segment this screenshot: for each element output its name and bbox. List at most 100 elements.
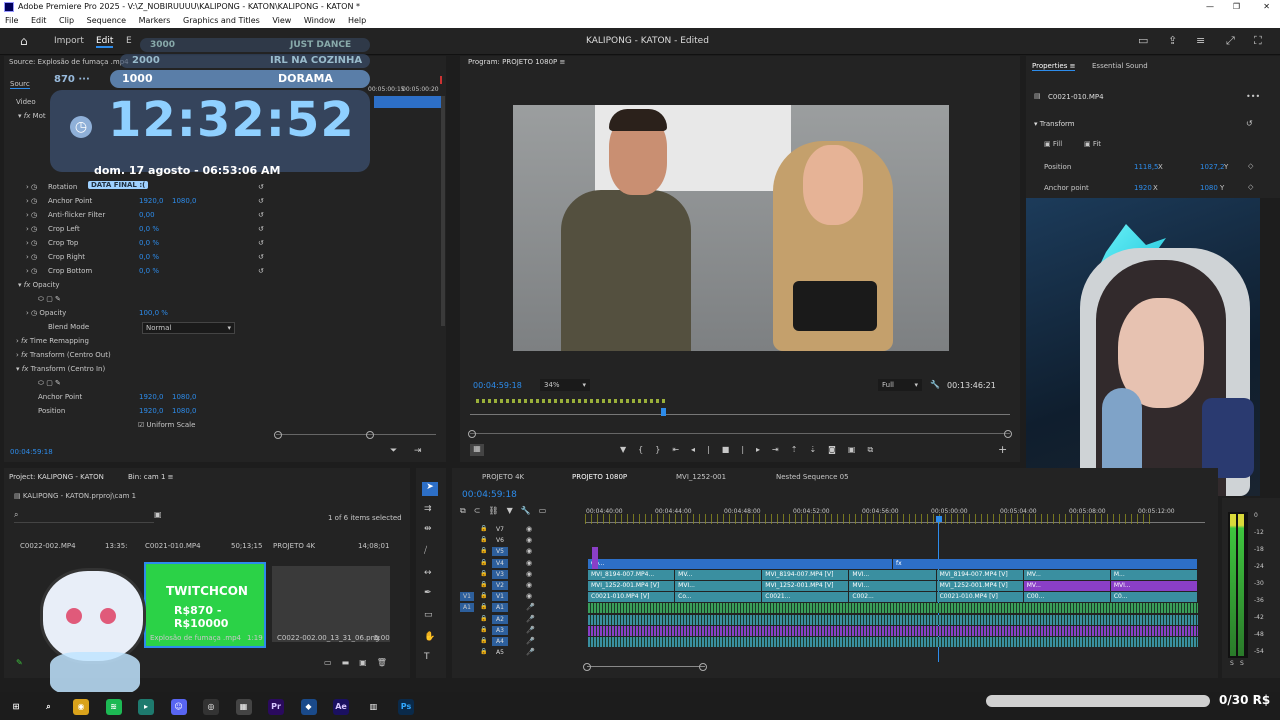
timeline-clip[interactable]: C0021...	[762, 592, 849, 603]
timeline-tab-0[interactable]: PROJETO 4K	[482, 473, 524, 481]
timeline-clip[interactable]: C0021-010.MP4 [V]	[588, 592, 675, 603]
zoom-slider[interactable]	[276, 434, 436, 435]
project-tab[interactable]: Project: KALIPONG - KATON	[9, 473, 104, 481]
src-row-6-reset-icon[interactable]: ↺	[258, 264, 264, 278]
mask-tools-2[interactable]: ⬭ ▢ ✎	[38, 376, 61, 390]
timeline-tab-1[interactable]: PROJETO 1080P	[572, 473, 627, 481]
track-header-A5[interactable]: A5	[492, 648, 508, 657]
track-header-V6[interactable]: V6	[492, 536, 508, 545]
spotify-icon[interactable]: ≋	[105, 699, 122, 715]
tool-icon[interactable]: ◆	[300, 699, 317, 715]
track-mic-icon[interactable]: 🎤	[526, 637, 535, 645]
timeline-scroll[interactable]	[587, 666, 705, 667]
mask-tools[interactable]: ⬭ ▢ ✎	[38, 292, 61, 306]
src-row-6-label[interactable]: Crop Bottom	[48, 264, 92, 278]
type-tool-icon[interactable]: T	[424, 652, 430, 662]
track-eye-icon[interactable]: ◉	[526, 559, 532, 567]
timeline-clip[interactable]: MVI_8194-007.MP4 [V]	[762, 569, 849, 580]
chrome-icon[interactable]: ◉	[73, 699, 89, 715]
expand-icon[interactable]: ⤢	[1226, 34, 1235, 48]
src-row-3-v1[interactable]: 0,0 %	[139, 222, 159, 236]
uniform-scale-checkbox[interactable]: ☑ Uniform Scale	[138, 418, 195, 432]
track-header-A4[interactable]: A4	[492, 637, 508, 646]
src-row-4-v1[interactable]: 0,0 %	[139, 236, 159, 250]
src-row-3-reset-icon[interactable]: ↺	[258, 222, 264, 236]
src-row-2-label[interactable]: Anti-flicker Filter	[48, 208, 105, 222]
src-row-2-icons[interactable]: › ◷	[26, 208, 37, 222]
opacity-section[interactable]: ▾ fx Opacity	[18, 278, 60, 292]
photoshop-icon[interactable]: Ps	[398, 699, 414, 715]
ti-position-x[interactable]: 1920,0	[139, 404, 164, 418]
src-row-6-v1[interactable]: 0,0 %	[139, 264, 159, 278]
track-lock-icon[interactable]: 🔒	[480, 547, 487, 554]
files-icon[interactable]: ▥	[365, 699, 382, 715]
program-playhead[interactable]	[661, 408, 666, 416]
timeline-clip[interactable]: fx	[893, 558, 1197, 569]
source-tab[interactable]: Sourc	[10, 80, 30, 89]
track-lock-icon[interactable]: 🔒	[480, 648, 487, 655]
position-x-value[interactable]: 1118,5	[1134, 163, 1159, 171]
close-button[interactable]: ✕	[1263, 0, 1270, 14]
src-row-1-v1[interactable]: 1920,0	[139, 194, 164, 208]
opacity-value[interactable]: 100,0 %	[139, 306, 168, 320]
track-header-V2[interactable]: V2	[492, 581, 508, 590]
src-row-5-icons[interactable]: › ◷	[26, 250, 37, 264]
src-row-1-v2[interactable]: 1080,0	[172, 194, 197, 208]
ti-anchor-y[interactable]: 1080,0	[172, 390, 197, 404]
track-eye-icon[interactable]: ◉	[526, 536, 532, 544]
camera-icon[interactable]: ◙	[828, 445, 848, 454]
src-row-5-reset-icon[interactable]: ↺	[258, 250, 264, 264]
track-header-V7[interactable]: V7	[492, 525, 508, 534]
razor-icon[interactable]: ⧸	[424, 546, 427, 556]
src-row-2-reset-icon[interactable]: ↺	[258, 208, 264, 222]
source-patch-a1[interactable]: A1	[460, 603, 474, 613]
timeline-clip[interactable]: C00...	[1023, 592, 1110, 603]
multicam-icon[interactable]: ▣	[848, 445, 868, 454]
timeline-clip[interactable]: MVI_1252-001.MP4 [V]	[762, 581, 849, 591]
timeline-playhead-head[interactable]	[936, 516, 942, 522]
track-eye-icon[interactable]: ◉	[526, 570, 532, 578]
track-header-V1[interactable]: V1	[492, 592, 508, 602]
selection-tool-icon[interactable]: ➤	[422, 482, 438, 496]
in-point-icon[interactable]: {	[638, 445, 655, 454]
stop-icon[interactable]: ■	[722, 445, 742, 454]
zoom-select[interactable]: 34% ▾	[540, 379, 590, 391]
menu-clip[interactable]: Clip	[59, 16, 74, 25]
timeline-clip[interactable]: MV...	[1023, 581, 1110, 591]
anchor-y-value[interactable]: 1080	[1200, 184, 1218, 192]
menu-file[interactable]: File	[5, 16, 18, 25]
add-marker-icon[interactable]: ▼	[507, 506, 521, 515]
motion-row[interactable]: ▾ fx Mot	[18, 112, 46, 120]
src-row-1-reset-icon[interactable]: ↺	[258, 194, 264, 208]
source-timecode[interactable]: 00:04:59:18	[10, 448, 53, 456]
track-eye-icon[interactable]: ◉	[526, 547, 532, 555]
timeline-clip[interactable]: C0...	[1110, 592, 1197, 603]
tab-essential-sound[interactable]: Essential Sound	[1092, 62, 1148, 70]
track-eye-icon[interactable]: ◉	[526, 581, 532, 589]
new-bin-icon[interactable]: ▣	[154, 510, 162, 519]
transform-in-row[interactable]: ▾ fx Transform (Centro In)	[16, 362, 105, 376]
src-row-6-icons[interactable]: › ◷	[26, 264, 37, 278]
search-icon[interactable]: ⌕	[40, 699, 57, 715]
program-scroll-right[interactable]	[1004, 430, 1012, 438]
app-icon[interactable]: ▦	[235, 699, 252, 715]
more-options-icon[interactable]: •••	[1246, 92, 1260, 101]
src-row-0-icons[interactable]: › ◷	[26, 180, 37, 194]
track-eye-icon[interactable]: ◉	[526, 592, 532, 600]
out-point-icon[interactable]: }	[655, 445, 672, 454]
fit-button[interactable]: ▣ Fit	[1084, 140, 1101, 148]
step-forward-icon[interactable]: |▸	[741, 445, 772, 454]
program-video-frame[interactable]	[513, 105, 949, 351]
ti-anchor-x[interactable]: 1920,0	[139, 390, 164, 404]
source-playhead[interactable]	[440, 76, 442, 84]
extract-icon[interactable]: ⇣	[809, 445, 828, 454]
new-folder-icon[interactable]: ▬	[342, 658, 360, 667]
track-select-icon[interactable]: ⇉	[424, 504, 432, 514]
go-to-out-icon[interactable]: ⇥	[772, 445, 791, 454]
settings-wrench-icon[interactable]: 🔧	[930, 380, 940, 389]
timeline-clip[interactable]: Co...	[675, 592, 762, 603]
timeline-clip[interactable]: C002...	[849, 592, 936, 603]
go-to-in-icon[interactable]: ⇤	[672, 445, 691, 454]
item-2-name[interactable]: PROJETO 4K	[273, 542, 315, 550]
src-row-4-icons[interactable]: › ◷	[26, 236, 37, 250]
